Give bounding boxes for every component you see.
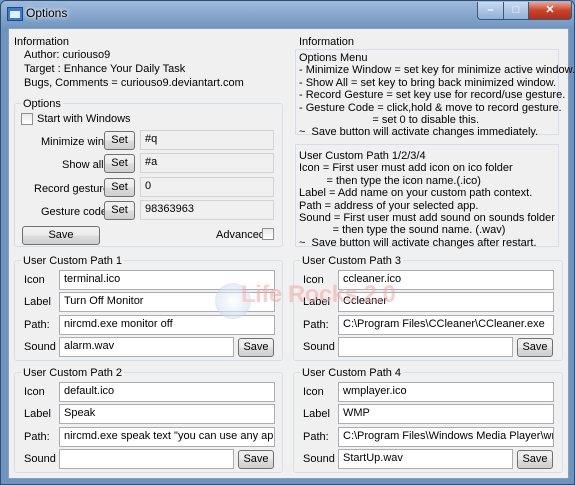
path2-icon-input[interactable]: default.ico	[59, 382, 275, 402]
path2-sound-input[interactable]	[59, 449, 234, 469]
close-button[interactable]: ✕	[528, 2, 572, 20]
show-all-key-field[interactable]: #a	[140, 153, 274, 173]
path2-path-label: Path:	[24, 431, 50, 443]
path4-icon-label: Icon	[303, 386, 324, 398]
path1-label-label: Label	[24, 296, 51, 308]
watermark: Life Rocks 2.0	[215, 279, 430, 329]
set-show-all-button[interactable]: Set	[104, 154, 135, 173]
help-line: - Minimize Window = set key for minimize…	[299, 64, 575, 77]
gesture-code-label: Gesture code:	[41, 206, 111, 218]
help-line: Icon = First user must add icon on ico f…	[299, 162, 513, 175]
app-window-icon	[7, 7, 23, 21]
minimize-key-field[interactable]: #q	[140, 130, 274, 150]
client-area: Information Author: curiouso9 Target : E…	[8, 28, 575, 479]
path2-save-button[interactable]: Save	[238, 450, 274, 469]
path4-sound-input[interactable]: StartUp.wav	[338, 449, 513, 469]
help-line: = then type the sound name. (.wav)	[299, 224, 506, 237]
set-gesture-code-button[interactable]: Set	[104, 201, 135, 220]
set-minimize-button[interactable]: Set	[104, 131, 135, 150]
path2-sound-label: Sound	[24, 453, 56, 465]
bugs-text: Bugs, Comments = curiouso9.deviantart.co…	[24, 77, 244, 89]
path4-label-input[interactable]: WMP	[338, 404, 554, 424]
maximize-button[interactable]: □	[503, 2, 529, 20]
custom-path-2-title: User Custom Path 2	[21, 367, 125, 379]
path1-path-label: Path:	[24, 319, 50, 331]
options-window: Options – □ ✕ Information Author: curiou…	[0, 0, 575, 485]
path3-sound-label: Sound	[303, 341, 335, 353]
path4-label-label: Label	[303, 408, 330, 420]
path4-icon-input[interactable]: wmplayer.ico	[338, 382, 554, 402]
path4-save-button[interactable]: Save	[517, 450, 553, 469]
help-line: Label = Add name on your custom path con…	[299, 187, 533, 200]
path3-save-button[interactable]: Save	[517, 338, 553, 357]
custom-path-help: User Custom Path 1/2/3/4 Icon = First us…	[295, 144, 559, 249]
path4-sound-label: Sound	[303, 453, 335, 465]
window-title: Options	[26, 6, 68, 20]
set-record-gesture-button[interactable]: Set	[104, 178, 135, 197]
path1-sound-label: Sound	[24, 341, 56, 353]
target-text: Target : Enhance Your Daily Task	[24, 63, 186, 75]
path2-icon-label: Icon	[24, 386, 45, 398]
start-with-windows-checkbox[interactable]	[21, 113, 33, 125]
options-save-button[interactable]: Save	[22, 226, 100, 245]
help-line: - Gesture Code = click,hold & move to re…	[299, 101, 562, 114]
path3-sound-input[interactable]	[338, 337, 513, 357]
path2-path-input[interactable]: nircmd.exe speak text "you can use any a…	[59, 427, 275, 447]
custom-path-3-title: User Custom Path 3	[300, 255, 404, 267]
info-right-title: Information	[299, 36, 355, 48]
help-line: ~ Save button will activate changes imme…	[299, 126, 539, 139]
path1-icon-label: Icon	[24, 274, 45, 286]
author-text: Author: curiouso9	[24, 49, 111, 61]
path1-save-button[interactable]: Save	[238, 338, 274, 357]
record-gesture-field[interactable]: 0	[140, 177, 274, 197]
options-group-title: Options	[21, 98, 63, 110]
path4-path-label: Path:	[303, 431, 329, 443]
help-line: - Record Gesture = set key use for recor…	[299, 89, 566, 102]
custom-path-4-title: User Custom Path 4	[300, 367, 404, 379]
help-line: Path = address of your selected app.	[299, 199, 479, 212]
help-line: Options Menu	[299, 52, 368, 64]
help-line: = set 0 to disable this.	[299, 114, 480, 127]
watermark-text: Life Rocks 2.0	[241, 281, 396, 308]
advanced-checkbox[interactable]	[262, 228, 274, 240]
path2-label-input[interactable]: Speak	[59, 404, 275, 424]
start-with-windows-label: Start with Windows	[37, 113, 131, 125]
path1-sound-input[interactable]: alarm.wav	[59, 337, 234, 357]
minimize-button[interactable]: –	[477, 2, 504, 20]
path2-label-label: Label	[24, 408, 51, 420]
title-bar[interactable]: Options – □ ✕	[1, 1, 574, 27]
record-gesture-label: Record gesture:	[34, 183, 113, 195]
path4-path-input[interactable]: C:\Program Files\Windows Media Player\wm…	[338, 427, 554, 447]
advanced-label: Advanced	[216, 229, 265, 241]
gesture-code-field[interactable]: 98363963	[140, 200, 274, 220]
options-menu-help: Options Menu - Minimize Window = set key…	[295, 49, 575, 139]
help-line: User Custom Path 1/2/3/4	[299, 150, 426, 162]
help-line: - Show All = set key to bring back minim…	[299, 76, 557, 89]
help-line: = then type the icon name.(.ico)	[299, 174, 481, 187]
custom-path-1-title: User Custom Path 1	[21, 255, 125, 267]
info-left-title: Information	[14, 36, 70, 48]
help-line: ~ Save button will activate changes afte…	[299, 236, 537, 249]
show-all-label: Show all:	[62, 159, 107, 171]
help-line: Sound = First user must add sound on sou…	[299, 212, 555, 225]
